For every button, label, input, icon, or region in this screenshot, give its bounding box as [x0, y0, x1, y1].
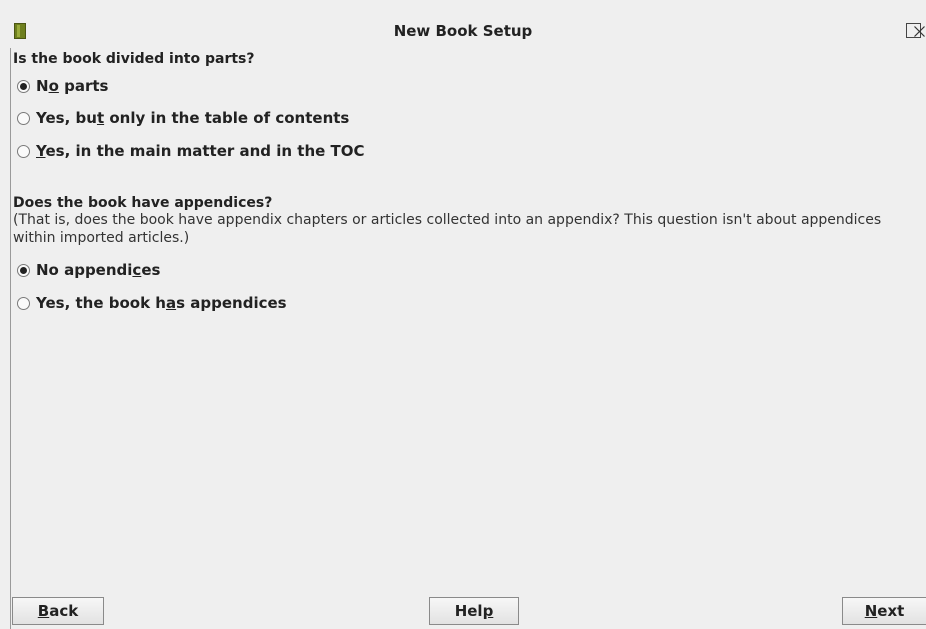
- parts-question-heading: Is the book divided into parts?: [13, 51, 255, 67]
- back-button[interactable]: Back: [12, 597, 104, 625]
- help-button[interactable]: Help: [429, 597, 519, 625]
- radio-button-has-appendices[interactable]: [17, 296, 30, 310]
- radio-no-parts[interactable]: No parts: [17, 75, 108, 97]
- radio-button-main-and-toc[interactable]: [17, 144, 30, 158]
- radio-label-has-appendices: Yes, the book has appendices: [36, 294, 287, 312]
- new-book-setup-dialog: New Book Setup Is the book divided into …: [0, 0, 926, 629]
- radio-button-no-parts[interactable]: [17, 79, 30, 93]
- appendices-note: (That is, does the book have appendix ch…: [13, 212, 882, 246]
- next-button[interactable]: Next: [842, 597, 926, 625]
- radio-label-toc-only: Yes, but only in the table of contents: [36, 109, 350, 127]
- radio-no-appendices[interactable]: No appendices: [17, 259, 160, 281]
- radio-label-no-appendices: No appendices: [36, 261, 161, 279]
- title-bar[interactable]: New Book Setup: [0, 0, 926, 40]
- radio-label-no-parts: No parts: [36, 77, 109, 95]
- radio-has-appendices[interactable]: Yes, the book has appendices: [17, 292, 287, 314]
- radio-label-main-and-toc: Yes, in the main matter and in the TOC: [36, 142, 365, 160]
- close-icon: [914, 26, 925, 37]
- radio-button-toc-only[interactable]: [17, 111, 30, 125]
- setup-content: Is the book divided into parts? No parts…: [10, 48, 924, 594]
- window-title: New Book Setup: [393, 22, 533, 40]
- radio-button-no-appendices[interactable]: [17, 263, 30, 277]
- radio-main-and-toc[interactable]: Yes, in the main matter and in the TOC: [17, 140, 365, 162]
- appendices-question-heading: Does the book have appendices?: [13, 195, 273, 211]
- close-button[interactable]: [906, 23, 925, 38]
- radio-toc-only[interactable]: Yes, but only in the table of contents: [17, 107, 349, 129]
- button-bar: Back Help Next: [10, 594, 926, 629]
